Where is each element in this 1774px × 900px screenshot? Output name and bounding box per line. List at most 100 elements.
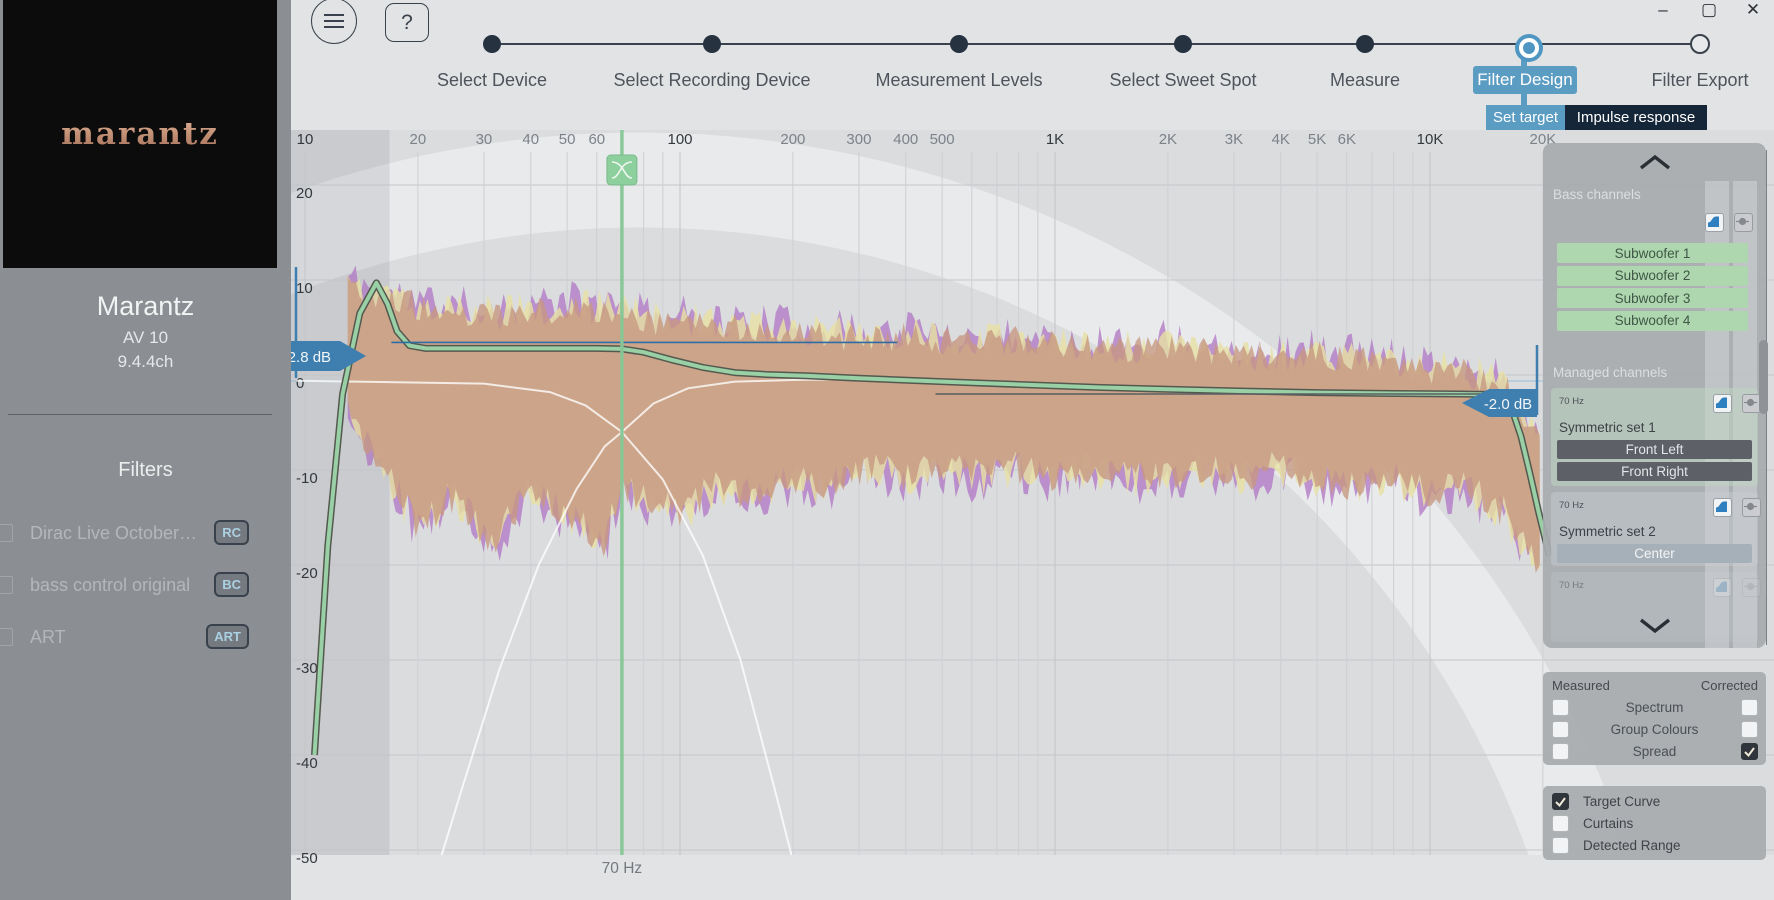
- x-tick-label: 2K: [1159, 131, 1177, 148]
- step-dot-done[interactable]: [950, 35, 968, 53]
- x-tick-label: 20: [410, 131, 427, 148]
- overlay-row-label: Detected Range: [1583, 838, 1681, 853]
- symmetric-set-label: Symmetric set 1: [1559, 420, 1656, 435]
- y-tick-label: -10: [296, 470, 318, 487]
- channel-button-front-right[interactable]: Front Right: [1557, 462, 1752, 481]
- test-tone-icon[interactable]: [1742, 498, 1761, 517]
- channel-button-front-left[interactable]: Front Left: [1557, 440, 1752, 459]
- step-dot-done[interactable]: [1356, 35, 1374, 53]
- symmetric-set-label: Symmetric set 2: [1559, 524, 1656, 539]
- managed-group-card: 70 Hz Symmetric set 2 Center: [1551, 492, 1758, 566]
- scroll-down-button[interactable]: [1543, 613, 1766, 639]
- channel-button-subwoofer-2[interactable]: Subwoofer 2: [1557, 266, 1748, 286]
- step-label: Filter Export: [1651, 70, 1748, 91]
- filter-checkbox[interactable]: [0, 628, 13, 646]
- step-label: Select Recording Device: [613, 70, 810, 91]
- filter-type-badge: ART: [206, 624, 249, 649]
- sidebar: marantz Marantz AV 10 9.4.4ch Filters Di…: [0, 0, 291, 900]
- help-button[interactable]: ?: [385, 3, 429, 42]
- x-tick-label: 40: [522, 131, 539, 148]
- scroll-up-button[interactable]: [1543, 149, 1766, 175]
- display-row-label: Group Colours: [1543, 722, 1766, 737]
- svg-text:-2.0 dB: -2.0 dB: [1484, 396, 1532, 413]
- window-close-button[interactable]: ✕: [1744, 2, 1762, 18]
- crossover-cursor-label: 70 Hz: [602, 860, 643, 877]
- detected-range-checkbox[interactable]: [1552, 837, 1569, 854]
- display-row-label: Spread: [1543, 744, 1766, 759]
- y-tick-label: 0: [296, 375, 304, 392]
- x-tick-label: 3K: [1225, 131, 1243, 148]
- filters-title: Filters: [0, 459, 291, 482]
- x-tick-label: 300: [846, 131, 871, 148]
- channel-button-subwoofer-1[interactable]: Subwoofer 1: [1557, 243, 1748, 263]
- filter-design-active-label[interactable]: Filter Design: [1473, 66, 1577, 94]
- filter-label: Dirac Live October…: [30, 523, 197, 544]
- managed-title: Managed channels: [1553, 365, 1667, 380]
- x-tick-label: 6K: [1338, 131, 1356, 148]
- test-tone-icon[interactable]: [1734, 213, 1753, 232]
- crossover-frequency-label: 70 Hz: [1559, 580, 1584, 591]
- help-icon: ?: [401, 11, 413, 35]
- window-maximize-button[interactable]: ▢: [1700, 2, 1718, 18]
- filter-type-badge: RC: [214, 520, 249, 545]
- filter-row[interactable]: ARTART: [0, 626, 291, 650]
- curtains-checkbox[interactable]: [1552, 815, 1569, 832]
- brand-logo-box: marantz: [3, 0, 277, 268]
- target-curve-checkbox[interactable]: [1552, 793, 1569, 810]
- crossover-cursor-handle[interactable]: [607, 155, 637, 185]
- step-dot-done[interactable]: [483, 35, 501, 53]
- filter-applied-icon[interactable]: [1705, 213, 1724, 232]
- filter-row[interactable]: Dirac Live October… RC: [0, 522, 291, 546]
- hamburger-icon: [324, 14, 344, 28]
- channel-button-subwoofer-4[interactable]: Subwoofer 4: [1557, 311, 1748, 331]
- filter-applied-icon[interactable]: [1713, 498, 1732, 517]
- x-tick-label: 60: [588, 131, 605, 148]
- corrected-header: Corrected: [1701, 678, 1758, 693]
- step-label: Select Sweet Spot: [1109, 70, 1256, 91]
- menu-button[interactable]: [311, 0, 357, 44]
- x-tick-label: 1K: [1046, 131, 1064, 148]
- filter-applied-icon[interactable]: [1713, 578, 1732, 597]
- x-tick-label: 5K: [1308, 131, 1326, 148]
- y-tick-label: -30: [296, 660, 318, 677]
- x-tick-label: 10: [297, 131, 314, 148]
- low-frequency-curtain: [291, 130, 389, 855]
- filter-checkbox[interactable]: [0, 576, 13, 594]
- y-tick-label: 20: [296, 185, 313, 202]
- filter-row[interactable]: bass control original BC: [0, 574, 291, 598]
- filter-applied-icon[interactable]: [1713, 394, 1732, 413]
- step-label: Select Device: [437, 70, 547, 91]
- y-tick-label: -40: [296, 755, 318, 772]
- check-icon: [1553, 794, 1568, 809]
- chevron-down-icon: [1635, 617, 1675, 635]
- x-tick-label: 200: [780, 131, 805, 148]
- x-tick-label: 30: [476, 131, 493, 148]
- overlay-options-panel: Target CurveCurtainsDetected Range: [1543, 786, 1766, 860]
- x-tick-label: 4K: [1272, 131, 1290, 148]
- step-dot-done[interactable]: [703, 35, 721, 53]
- filter-type-badge: BC: [214, 572, 249, 597]
- channels-scrollbar-thumb[interactable]: [1759, 340, 1768, 414]
- subtab-set-target[interactable]: Set target: [1486, 105, 1565, 130]
- step-label: Measure: [1330, 70, 1400, 91]
- subtab-impulse-response[interactable]: Impulse response: [1565, 105, 1707, 130]
- managed-group-card: 70 HzSymmetric set 1Front LeftFront Righ…: [1551, 388, 1758, 486]
- sidebar-divider: [8, 414, 272, 415]
- x-tick-label: 500: [930, 131, 955, 148]
- x-tick-label: 50: [559, 131, 576, 148]
- channel-button-center[interactable]: Center: [1557, 544, 1752, 563]
- step-dot-active[interactable]: [1519, 38, 1539, 58]
- x-tick-label: 100: [667, 131, 692, 148]
- step-dot-done[interactable]: [1174, 35, 1192, 53]
- chevron-up-icon: [1635, 153, 1675, 171]
- test-tone-icon[interactable]: [1742, 578, 1761, 597]
- filter-checkbox[interactable]: [0, 524, 13, 542]
- device-channel-config: 9.4.4ch: [0, 352, 291, 372]
- channel-button-subwoofer-3[interactable]: Subwoofer 3: [1557, 288, 1748, 308]
- filter-label: bass control original: [30, 575, 190, 596]
- channels-panel: Bass channelsSubwoofer 1Subwoofer 2Subwo…: [1543, 143, 1766, 648]
- overlay-row-label: Target Curve: [1583, 794, 1660, 809]
- crossover-frequency-label: 70 Hz: [1559, 500, 1584, 511]
- window-minimize-button[interactable]: –: [1654, 2, 1672, 18]
- step-dot-todo[interactable]: [1690, 34, 1710, 54]
